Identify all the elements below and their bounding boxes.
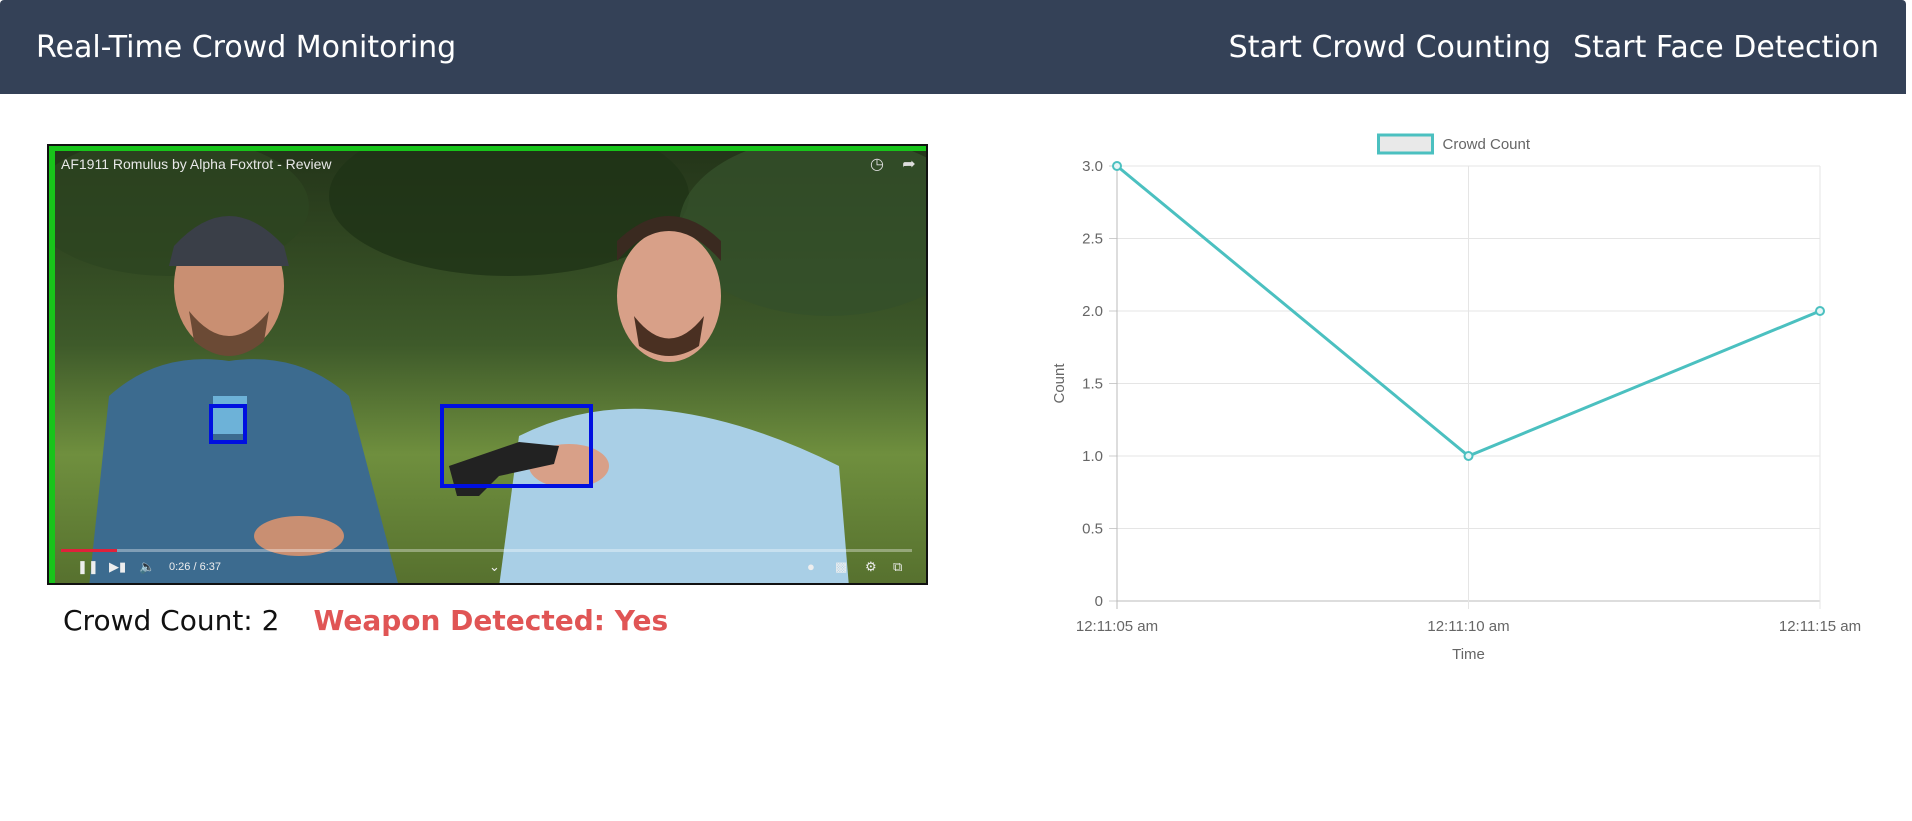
data-point[interactable] bbox=[1815, 306, 1825, 316]
progress-track[interactable] bbox=[61, 549, 912, 552]
fullscreen-exit-icon[interactable]: ⧉ bbox=[893, 559, 902, 575]
share-icon[interactable]: ➦ bbox=[899, 154, 919, 174]
detection-frame-top bbox=[49, 146, 926, 151]
y-tick-label: 2.0 bbox=[1082, 303, 1103, 320]
pause-icon[interactable]: ❚❚ bbox=[77, 559, 99, 575]
y-tick-label: 0.5 bbox=[1082, 521, 1103, 538]
detection-box-small bbox=[209, 404, 247, 444]
crowd-count-chart[interactable]: 0 0.5 1.0 1.5 2.0 2.5 3.0 12:11:05 am 12:11:10 a… bbox=[1040, 124, 1880, 674]
captions-icon[interactable]: ▩ bbox=[835, 559, 847, 575]
weapon-detection-box bbox=[440, 404, 593, 488]
x-tick-label: 12:11:05 am bbox=[1076, 618, 1158, 635]
volume-icon[interactable]: 🔈 bbox=[139, 559, 155, 575]
x-tick-label: 12:11:15 am bbox=[1779, 618, 1861, 635]
autoplay-toggle-icon[interactable]: ● bbox=[807, 559, 815, 574]
video-title[interactable]: AF1911 Romulus by Alpha Foxtrot - Review bbox=[61, 156, 332, 172]
x-tick-label: 12:11:10 am bbox=[1427, 618, 1509, 635]
weapon-detected-label: Weapon Detected: Yes bbox=[313, 604, 669, 637]
legend-label[interactable]: Crowd Count bbox=[1443, 136, 1531, 153]
next-icon[interactable]: ▶▮ bbox=[109, 559, 126, 575]
y-tick-label: 1.0 bbox=[1082, 448, 1103, 465]
crowd-count-label: Crowd Count: 2 bbox=[63, 604, 280, 637]
progress-fill bbox=[61, 549, 118, 552]
watch-later-icon[interactable]: ◷ bbox=[867, 154, 887, 174]
video-controls: ❚❚ ▶▮ 🔈 0:26 / 6:37 ⌄ ● ▩ ⚙ ⧉ bbox=[59, 549, 916, 577]
detection-frame-left bbox=[49, 146, 55, 583]
y-tick-label: 0 bbox=[1095, 593, 1103, 610]
settings-icon[interactable]: ⚙ bbox=[865, 559, 877, 575]
y-tick-label: 3.0 bbox=[1082, 158, 1103, 175]
data-point[interactable] bbox=[1112, 161, 1122, 171]
nav-links: Start Crowd Counting Start Face Detectio… bbox=[1229, 30, 1879, 65]
video-frame-image bbox=[49, 146, 926, 583]
legend-swatch[interactable] bbox=[1377, 133, 1434, 155]
navbar: Real-Time Crowd Monitoring Start Crowd C… bbox=[0, 0, 1906, 94]
x-axis-label: Time bbox=[1452, 646, 1485, 663]
y-axis-label: Count bbox=[1051, 363, 1068, 404]
start-crowd-counting-link[interactable]: Start Crowd Counting bbox=[1229, 30, 1551, 65]
chevron-down-icon[interactable]: ⌄ bbox=[489, 559, 500, 575]
video-time: 0:26 / 6:37 bbox=[169, 561, 221, 573]
start-face-detection-link[interactable]: Start Face Detection bbox=[1573, 30, 1879, 65]
y-tick-label: 1.5 bbox=[1082, 376, 1103, 393]
brand-title[interactable]: Real-Time Crowd Monitoring bbox=[36, 30, 456, 65]
y-tick-label: 2.5 bbox=[1082, 231, 1103, 248]
status-row: Crowd Count: 2 Weapon Detected: Yes bbox=[63, 604, 668, 637]
video-feed[interactable]: AF1911 Romulus by Alpha Foxtrot - Review… bbox=[47, 144, 928, 585]
data-point[interactable] bbox=[1463, 451, 1474, 461]
